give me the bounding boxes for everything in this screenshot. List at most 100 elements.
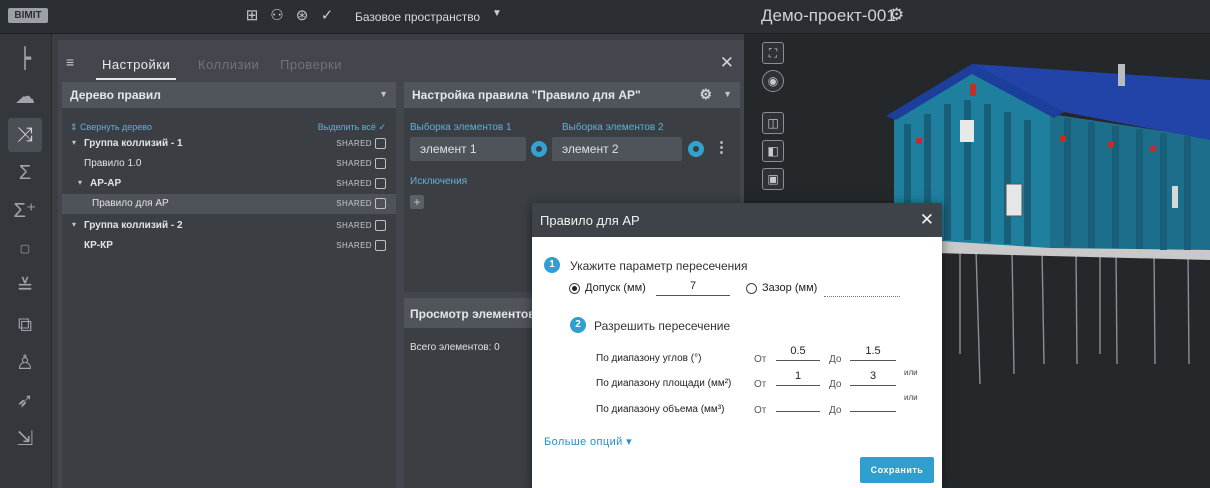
to-label: До xyxy=(829,379,842,390)
close-icon[interactable]: ✕ xyxy=(720,53,734,73)
from-label: От xyxy=(754,379,767,390)
collapse-tree-label: Свернуть дерево xyxy=(80,122,152,132)
tolerance-input[interactable]: 7 xyxy=(656,280,730,296)
row-checkbox[interactable] xyxy=(375,220,386,231)
dialog-title: Правило для АР xyxy=(540,213,640,228)
or-label: или xyxy=(904,393,918,402)
area-range-label: По диапазону площади (мм²) xyxy=(596,378,732,389)
to-label: До xyxy=(829,354,842,365)
menu-icon[interactable]: ≡ xyxy=(66,54,74,70)
tolerance-radio[interactable] xyxy=(569,283,580,294)
from-label: От xyxy=(754,354,767,365)
app-logo[interactable]: BIMIT xyxy=(8,8,48,23)
chevron-down-icon[interactable]: ▾ xyxy=(78,178,82,187)
measure-icon[interactable]: ≚ xyxy=(8,270,42,304)
security-icon[interactable]: ⊛ xyxy=(293,7,311,25)
send-icon[interactable]: ➶ xyxy=(8,384,42,418)
rule-tree: Дерево правил ▼ ⇕ Свернуть дерево Выдели… xyxy=(62,82,396,488)
tree-row[interactable]: Правило 1.0 SHARED xyxy=(62,154,396,174)
gear-icon[interactable]: ⚙ xyxy=(889,5,904,25)
chevron-down-icon[interactable]: ▾ xyxy=(72,138,76,147)
step-2-text: Разрешить пересечение xyxy=(594,319,731,333)
element-view: Просмотр элементов Всего элементов: 0 xyxy=(404,298,532,488)
left-rail: ┝ ☁ ⤨ Σ Σ⁺ ▢ ≚ ⧉ ♙ ➶ ⇲ xyxy=(0,34,52,488)
shared-badge: SHARED xyxy=(336,221,372,230)
to-label: До xyxy=(829,405,842,416)
tree-row[interactable]: КР-КР SHARED xyxy=(62,236,396,256)
top-bar: BIMIT ⊞ ⚇ ⊛ ✓ Базовое пространство ▼ Дем… xyxy=(0,0,1210,34)
hierarchy-icon[interactable]: ⊞ xyxy=(243,7,261,25)
rule-settings-header: Настройка правила "Правило для АР" ⚙ ▼ xyxy=(404,82,740,108)
2d-icon[interactable]: ▢ xyxy=(8,232,42,266)
project-title: Демо-проект-001 xyxy=(761,6,896,25)
save-button[interactable]: Сохранить xyxy=(860,457,934,483)
close-icon[interactable]: ✕ xyxy=(920,210,934,230)
tree-row-label: Группа коллизий - 1 xyxy=(84,138,183,149)
tree-row-label: Правило 1.0 xyxy=(84,158,142,169)
tab-checks[interactable]: Проверки xyxy=(280,57,342,72)
eye-icon[interactable] xyxy=(531,141,547,157)
tab-collisions[interactable]: Коллизии xyxy=(198,57,259,72)
collapse-tree-link[interactable]: ⇕ Свернуть дерево xyxy=(70,122,152,133)
row-checkbox[interactable] xyxy=(375,178,386,189)
tolerance-label: Допуск (мм) xyxy=(585,282,646,294)
volume-to-input[interactable] xyxy=(850,396,896,412)
people-icon[interactable]: ⚇ xyxy=(268,7,286,25)
selection-1-label: Выборка элементов 1 xyxy=(410,122,512,133)
top-toolbar: ⊞ ⚇ ⊛ ✓ xyxy=(243,7,336,25)
step-1-badge: 1 xyxy=(544,257,560,273)
puzzle-icon[interactable]: ⧉ xyxy=(8,308,42,342)
selection-1-field[interactable]: элемент 1 xyxy=(410,137,526,161)
eye-icon[interactable] xyxy=(688,141,704,157)
selection-2-label: Выборка элементов 2 xyxy=(562,122,664,133)
users-icon[interactable]: ♙ xyxy=(8,346,42,380)
gear-icon[interactable]: ⚙ xyxy=(699,86,712,103)
angle-to-input[interactable]: 1.5 xyxy=(850,345,896,361)
shared-badge: SHARED xyxy=(336,139,372,148)
shared-badge: SHARED xyxy=(336,241,372,250)
tree-row[interactable]: Правило для АР SHARED xyxy=(62,194,396,214)
angle-from-input[interactable]: 0.5 xyxy=(776,345,820,361)
tree-row-label: АР-АР xyxy=(90,178,122,189)
tree-icon[interactable]: ┝ xyxy=(8,42,42,76)
angle-range-label: По диапазону углов (°) xyxy=(596,353,702,364)
cloud-icon[interactable]: ☁ xyxy=(8,80,42,114)
area-from-input[interactable]: 1 xyxy=(776,370,820,386)
volume-from-input[interactable] xyxy=(776,396,820,412)
tree-row[interactable]: ▾ Группа коллизий - 1 SHARED xyxy=(62,134,396,154)
row-checkbox[interactable] xyxy=(375,240,386,251)
chevron-down-icon[interactable]: ▼ xyxy=(492,8,502,19)
space-selector[interactable]: Базовое пространство xyxy=(355,10,480,24)
chevron-down-icon[interactable]: ▼ xyxy=(723,89,732,99)
more-vert-icon[interactable]: ⋮ xyxy=(714,138,729,156)
selection-2-field[interactable]: элемент 2 xyxy=(552,137,682,161)
panel-tabs: ≡ Настройки Коллизии Проверки ✕ xyxy=(58,40,744,82)
element-view-title: Просмотр элементов xyxy=(404,298,532,328)
chevron-down-icon[interactable]: ▼ xyxy=(379,89,388,99)
dialog-header: Правило для АР ✕ xyxy=(532,203,942,237)
more-options-link[interactable]: Больше опций ▾ xyxy=(544,435,632,448)
from-label: От xyxy=(754,405,767,416)
select-all-link[interactable]: Выделить всё ✓ xyxy=(318,122,386,133)
gap-radio[interactable] xyxy=(746,283,757,294)
row-checkbox[interactable] xyxy=(375,158,386,169)
tree-row-label: КР-КР xyxy=(84,240,113,251)
row-checkbox[interactable] xyxy=(375,138,386,149)
shared-badge: SHARED xyxy=(336,159,372,168)
export-icon[interactable]: ⇲ xyxy=(8,422,42,456)
area-to-input[interactable]: 3 xyxy=(850,370,896,386)
tab-settings[interactable]: Настройки xyxy=(95,57,177,80)
sigma-plus-icon[interactable]: Σ⁺ xyxy=(8,194,42,228)
check-circle-icon[interactable]: ✓ xyxy=(318,7,336,25)
row-checkbox[interactable] xyxy=(375,198,386,209)
tree-row[interactable]: ▾ АР-АР SHARED xyxy=(62,174,396,194)
collision-icon[interactable]: ⤨ xyxy=(8,118,42,152)
gap-input[interactable] xyxy=(824,281,900,297)
rule-dialog: Правило для АР ✕ 1 Укажите параметр пере… xyxy=(532,203,942,488)
add-exclusion-button[interactable]: + xyxy=(410,195,424,209)
chevron-down-icon[interactable]: ▾ xyxy=(72,220,76,229)
sigma-icon[interactable]: Σ xyxy=(8,156,42,190)
rule-tree-header[interactable]: Дерево правил ▼ xyxy=(62,82,396,108)
tree-row[interactable]: ▾ Группа коллизий - 2 SHARED xyxy=(62,216,396,236)
element-total: Всего элементов: 0 xyxy=(410,342,500,353)
